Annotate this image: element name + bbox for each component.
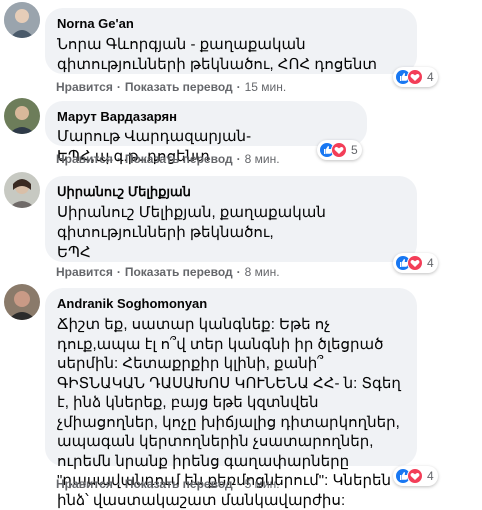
separator-dot: ·: [236, 152, 241, 166]
comment-bubble: Սիրանուշ Մելիքյան Սիրանուշ Մելիքյան, քաղ…: [45, 176, 417, 262]
comment-timestamp[interactable]: 8 мин.: [245, 152, 280, 166]
show-translation-button[interactable]: Показать перевод: [125, 80, 233, 94]
like-button[interactable]: Нравится: [56, 80, 113, 94]
like-button[interactable]: Нравится: [56, 477, 113, 491]
avatar[interactable]: [4, 284, 40, 320]
separator-dot: ·: [236, 265, 241, 279]
love-reaction-icon: [407, 69, 423, 85]
like-button[interactable]: Нравится: [56, 152, 113, 166]
reaction-summary[interactable]: 4: [393, 466, 438, 486]
love-reaction-icon: [407, 255, 423, 271]
show-translation-button[interactable]: Показать перевод: [125, 265, 233, 279]
separator-dot: ·: [236, 80, 241, 94]
reaction-count: 4: [427, 70, 434, 84]
avatar[interactable]: [4, 2, 40, 38]
comment-timestamp[interactable]: 15 мин.: [245, 80, 287, 94]
comment-actions: Нравится · Показать перевод · 15 мин.: [56, 80, 286, 94]
avatar-image: [4, 172, 40, 208]
comment-author[interactable]: Սիրանուշ Մելիքյան: [57, 184, 405, 200]
show-translation-button[interactable]: Показать перевод: [125, 152, 233, 166]
comment-actions: Нравится · Показать перевод · 8 мин.: [56, 265, 280, 279]
reaction-summary[interactable]: 4: [393, 67, 438, 87]
comment-bubble: Norna Ge'an Նորա Գևորգյան - քաղաքական գի…: [45, 8, 417, 74]
avatar[interactable]: [4, 172, 40, 208]
comment-bubble: Марут Вардазарян Մարութ Վարդազարյան-ԵՊՀ,…: [45, 101, 367, 165]
like-button[interactable]: Нравится: [56, 265, 113, 279]
love-reaction-icon: [331, 142, 347, 158]
avatar[interactable]: [4, 98, 40, 134]
separator-dot: ·: [116, 477, 121, 491]
reaction-summary[interactable]: 4: [393, 253, 438, 273]
love-reaction-icon: [407, 468, 423, 484]
comment-text: Նորա Գևորգյան - քաղաքական գիտությունների…: [57, 36, 377, 73]
separator-dot: ·: [236, 477, 241, 491]
comment-text: Սիրանուշ Մելիքյան, քաղաքական գիտությունն…: [57, 204, 326, 261]
reaction-count: 4: [427, 469, 434, 483]
reaction-summary[interactable]: 5: [317, 140, 362, 160]
reaction-count: 5: [351, 143, 358, 157]
avatar-image: [4, 2, 40, 38]
comment-timestamp[interactable]: 5 мин.: [245, 477, 280, 491]
avatar-image: [4, 98, 40, 134]
comment-actions: Нравится · Показать перевод · 5 мин.: [56, 477, 280, 491]
reaction-count: 4: [427, 256, 434, 270]
comment-author[interactable]: Andranik Soghomonyan: [57, 296, 405, 312]
show-translation-button[interactable]: Показать перевод: [125, 477, 233, 491]
comment-author[interactable]: Norna Ge'an: [57, 16, 405, 32]
comment-actions: Нравится · Показать перевод · 8 мин.: [56, 152, 280, 166]
separator-dot: ·: [116, 80, 121, 94]
separator-dot: ·: [116, 152, 121, 166]
separator-dot: ·: [116, 265, 121, 279]
avatar-image: [4, 284, 40, 320]
comment-bubble: Andranik Soghomonyan Ճիշտ եք, սատար կանգ…: [45, 288, 417, 509]
comment-timestamp[interactable]: 8 мин.: [245, 265, 280, 279]
comment-author[interactable]: Марут Вардазарян: [57, 109, 355, 125]
